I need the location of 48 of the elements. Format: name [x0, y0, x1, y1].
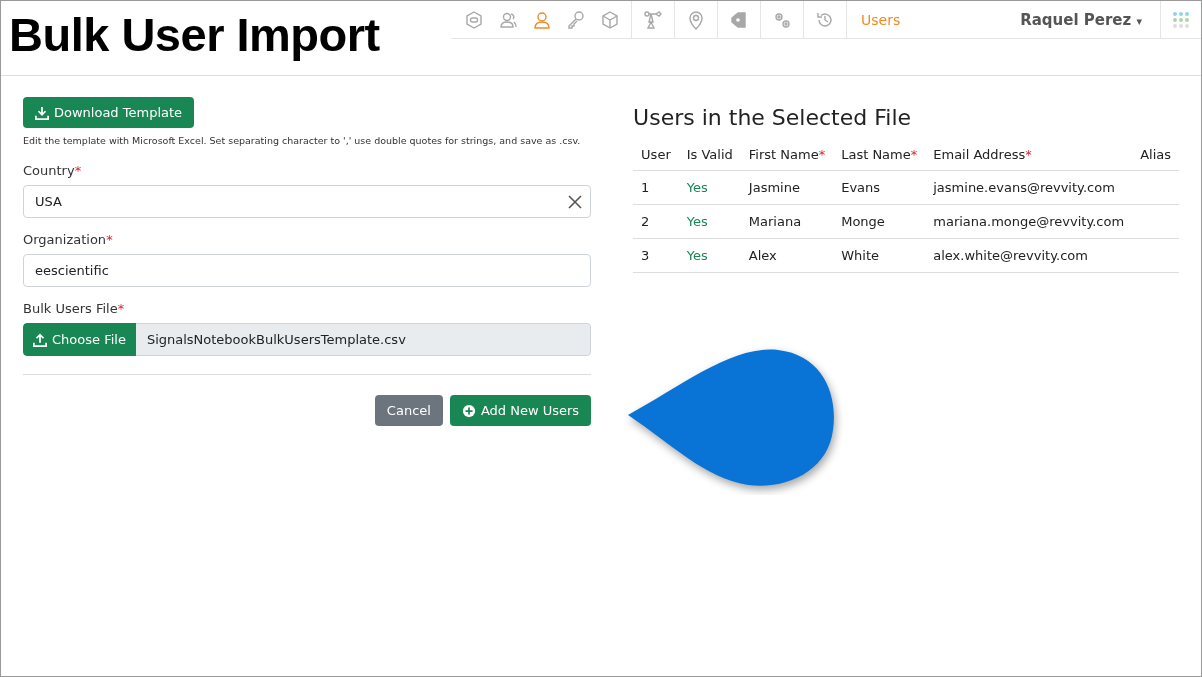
add-new-users-button[interactable]: Add New Users: [449, 395, 592, 426]
table-cell: Mariana: [740, 204, 834, 239]
column-header: Last Name*: [833, 140, 926, 171]
column-header: User: [633, 140, 679, 171]
table-cell: Alex: [740, 238, 834, 273]
table-cell: mariana.monge@revvity.com: [925, 204, 1133, 239]
table-cell: Yes: [678, 204, 741, 239]
table-cell: Jasmine: [740, 170, 834, 205]
organization-input[interactable]: eescientific: [23, 254, 592, 287]
column-header: Email Address*: [925, 140, 1133, 171]
file-name-field: SignalsNotebookBulkUsersTemplate.csv: [135, 323, 592, 356]
table-cell: 2: [633, 204, 679, 239]
download-template-button[interactable]: Download Template: [23, 97, 195, 128]
upload-icon: [33, 332, 47, 347]
table-cell: alex.white@revvity.com: [925, 238, 1133, 273]
table-title: Users in the Selected File: [633, 105, 913, 130]
tag-icon[interactable]: [729, 9, 749, 30]
user-menu[interactable]: Raquel Perez ▾: [1014, 9, 1148, 30]
key-icon[interactable]: [566, 9, 586, 30]
workflow-icon[interactable]: [643, 9, 663, 30]
table-cell: jasmine.evans@revvity.com: [925, 170, 1133, 205]
choose-file-button[interactable]: Choose File: [23, 323, 136, 356]
table-cell: 1: [633, 170, 679, 205]
field-label: Organization*: [23, 232, 114, 247]
country-select[interactable]: USA: [23, 185, 592, 218]
table-cell: Yes: [678, 238, 741, 273]
cancel-button[interactable]: Cancel: [374, 395, 443, 426]
table-cell: White: [833, 238, 926, 273]
plus-circle-icon: [461, 403, 476, 418]
table-cell: Yes: [678, 170, 741, 205]
table-cell: Evans: [833, 170, 926, 205]
users-nav-link[interactable]: Users: [861, 11, 901, 28]
column-header: First Name*: [740, 140, 834, 171]
user-icon[interactable]: [532, 9, 552, 30]
location-pin-icon[interactable]: [686, 9, 706, 30]
cube-icon[interactable]: [600, 9, 620, 30]
download-icon: [35, 105, 49, 120]
clear-icon[interactable]: [568, 194, 583, 209]
table-cell: Monge: [833, 204, 926, 239]
apps-grid-icon[interactable]: [1171, 9, 1191, 30]
hexagon-icon[interactable]: [464, 9, 484, 30]
field-label: Country*: [23, 163, 83, 178]
column-header: Alias: [1132, 140, 1179, 171]
field-label: Bulk Users File*: [23, 301, 126, 316]
page-caption: Bulk User Import: [9, 7, 381, 62]
column-header: Is Valid: [678, 140, 741, 171]
table-cell: 3: [633, 238, 679, 273]
template-hint: Edit the template with Microsoft Excel. Set separating character to ',' use double quotes for strings, and save as .csv.: [23, 135, 582, 146]
